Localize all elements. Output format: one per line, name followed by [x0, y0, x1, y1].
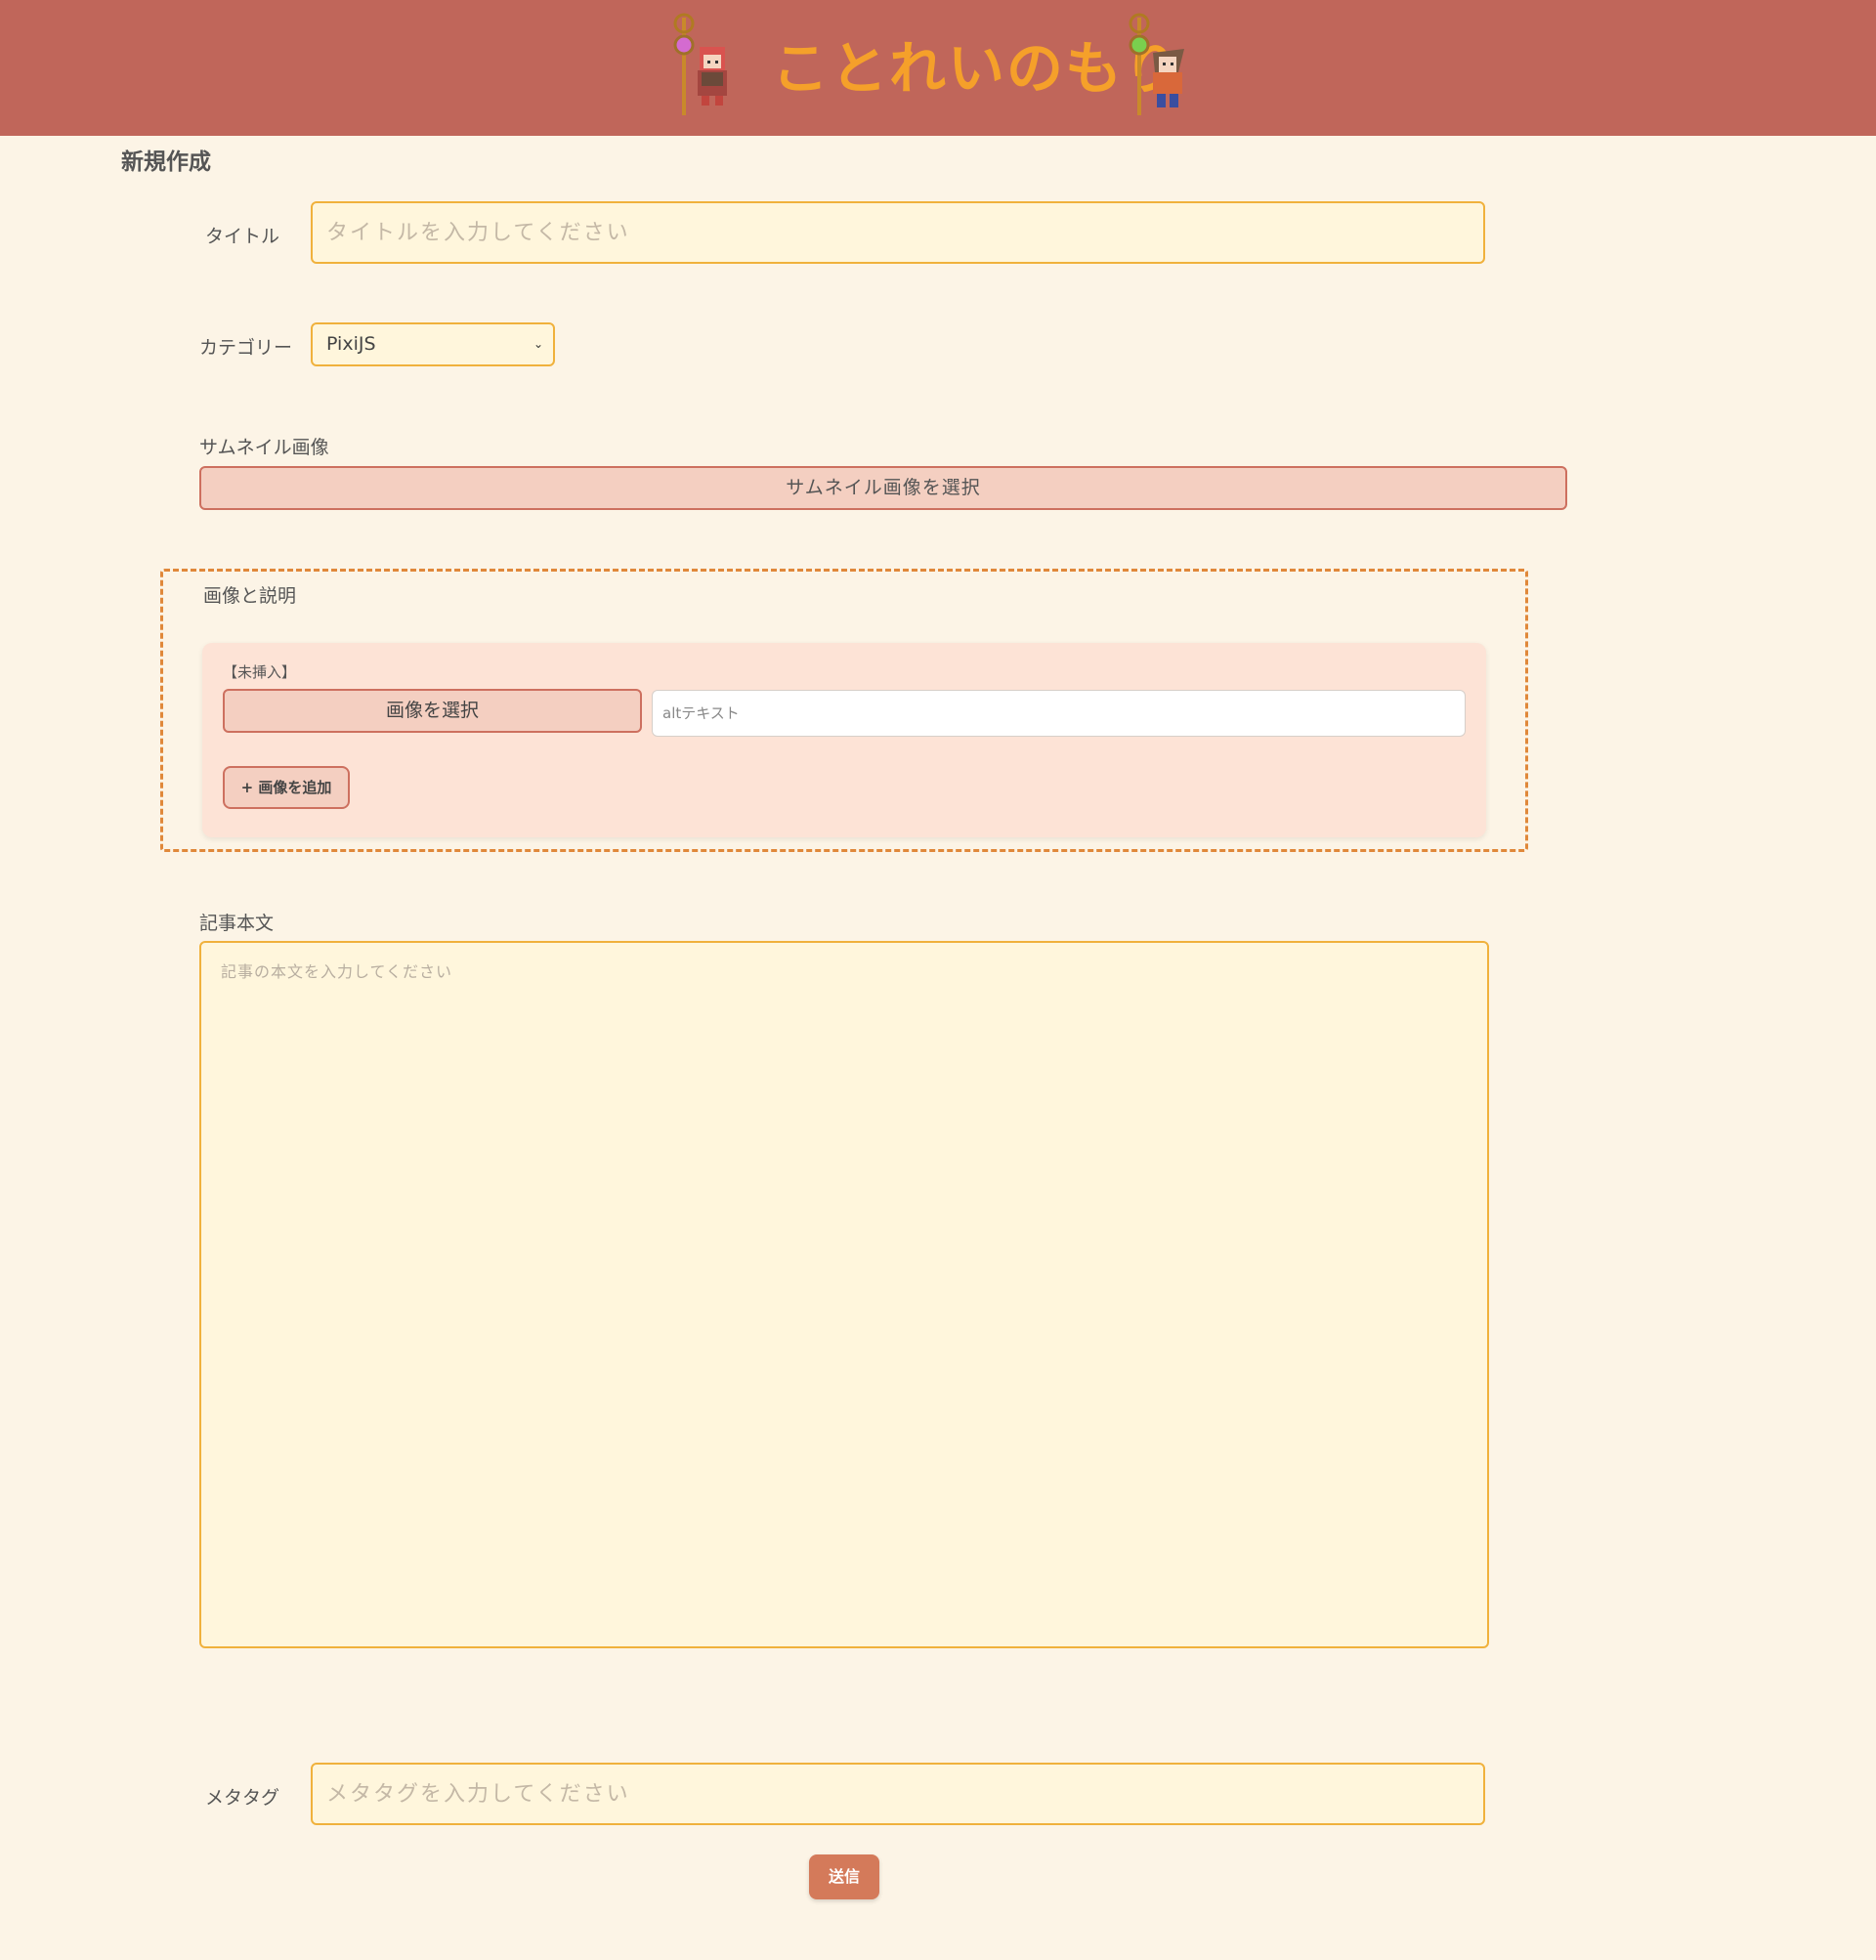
title-label: タイトル — [205, 226, 280, 247]
title-input[interactable] — [311, 201, 1485, 264]
thumbnail-select-button[interactable]: サムネイル画像を選択 — [199, 466, 1567, 510]
mage-girl-icon — [664, 10, 743, 127]
body-label: 記事本文 — [199, 913, 275, 934]
submit-button[interactable]: 送信 — [809, 1854, 879, 1899]
alt-text-input[interactable] — [652, 690, 1466, 737]
category-select[interactable]: PixiJS ⌄ — [311, 322, 555, 366]
meta-label: メタタグ — [205, 1787, 280, 1809]
body-textarea[interactable] — [199, 941, 1489, 1648]
category-label: カテゴリー — [199, 337, 293, 359]
page-title: 新規作成 — [121, 149, 211, 175]
image-item-status: 【未挿入】 — [223, 663, 297, 681]
mage-boy-icon — [1120, 10, 1198, 127]
thumbnail-label: サムネイル画像 — [199, 437, 329, 458]
image-select-button[interactable]: 画像を選択 — [223, 689, 642, 733]
images-section-label: 画像と説明 — [203, 585, 297, 607]
meta-input[interactable] — [311, 1763, 1485, 1825]
image-item-card — [202, 643, 1486, 837]
category-selected-value: PixiJS — [326, 333, 376, 355]
site-logo[interactable]: ことれいのもり — [772, 29, 1180, 107]
chevron-down-icon: ⌄ — [533, 337, 543, 351]
site-header: ことれいのもり — [0, 0, 1876, 136]
add-image-button[interactable]: + 画像を追加 — [223, 766, 350, 809]
